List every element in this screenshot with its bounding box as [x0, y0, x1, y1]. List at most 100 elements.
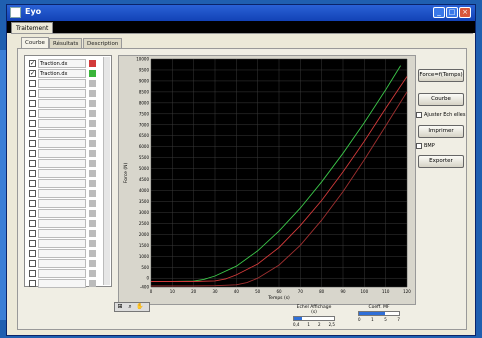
list-item-color-swatch[interactable]	[89, 260, 96, 267]
list-item-color-swatch[interactable]	[89, 140, 96, 147]
courbe-button[interactable]: Courbe	[418, 93, 464, 106]
list-item-checkbox[interactable]	[29, 150, 36, 157]
y-axis-label: Force (N)	[123, 163, 129, 184]
list-item-checkbox[interactable]	[29, 220, 36, 227]
imprimer-button[interactable]: Imprimer	[418, 125, 464, 138]
y-tick-label: 2000	[139, 232, 150, 237]
list-item[interactable]	[29, 229, 99, 238]
list-item[interactable]	[29, 189, 99, 198]
list-item-checkbox[interactable]: ✓	[29, 70, 36, 77]
list-item-checkbox[interactable]: ✓	[29, 60, 36, 67]
list-item-label	[38, 159, 86, 168]
list-item-checkbox[interactable]	[29, 230, 36, 237]
checkbox-box[interactable]	[416, 142, 422, 149]
list-item-label	[38, 279, 86, 288]
list-item-checkbox[interactable]	[29, 240, 36, 247]
list-item-checkbox[interactable]	[29, 280, 36, 287]
tab-strip	[7, 21, 475, 33]
slider-label: Coeff. MF	[368, 305, 390, 310]
list-item[interactable]: ✓ Traction.dx	[29, 59, 99, 68]
list-item-checkbox[interactable]	[29, 180, 36, 187]
list-item[interactable]	[29, 129, 99, 138]
exporter-button[interactable]: Exporter	[418, 155, 464, 168]
list-item[interactable]	[29, 99, 99, 108]
list-item[interactable]	[29, 149, 99, 158]
list-item-color-swatch[interactable]	[89, 110, 96, 117]
list-scrollbar[interactable]	[103, 57, 110, 285]
list-item[interactable]	[29, 259, 99, 268]
checkbox-box[interactable]	[416, 111, 422, 118]
list-item-checkbox[interactable]	[29, 100, 36, 107]
bmp-checkbox[interactable]: BMP	[416, 142, 435, 150]
list-item[interactable]	[29, 159, 99, 168]
list-item[interactable]	[29, 139, 99, 148]
mode-select[interactable]: Force=f(Temps)	[418, 69, 464, 82]
list-item-color-swatch[interactable]	[89, 150, 96, 157]
list-item-color-swatch[interactable]	[89, 210, 96, 217]
echelle-affichage-slider[interactable]: Echel Affichage (s) 0,4 1 2 2,5	[293, 305, 335, 327]
zoom-icon[interactable]: ⊞	[115, 303, 125, 311]
list-item-color-swatch[interactable]	[89, 90, 96, 97]
list-item-color-swatch[interactable]	[89, 100, 96, 107]
ajuster-echelles-checkbox[interactable]: Ajuster Ech elles	[416, 111, 465, 119]
list-item-color-swatch[interactable]	[89, 230, 96, 237]
list-item[interactable]	[29, 79, 99, 88]
list-item-color-swatch[interactable]	[89, 60, 96, 67]
list-item[interactable]	[29, 169, 99, 178]
list-item-color-swatch[interactable]	[89, 80, 96, 87]
list-item-checkbox[interactable]	[29, 140, 36, 147]
list-item[interactable]	[29, 279, 99, 288]
list-item-color-swatch[interactable]	[89, 190, 96, 197]
slider-track[interactable]	[293, 316, 335, 321]
list-item-color-swatch[interactable]	[89, 160, 96, 167]
list-item-label	[38, 169, 86, 178]
list-item-color-swatch[interactable]	[89, 120, 96, 127]
slider-track[interactable]	[358, 311, 400, 316]
list-item-color-swatch[interactable]	[89, 130, 96, 137]
list-item-checkbox[interactable]	[29, 130, 36, 137]
list-item-checkbox[interactable]	[29, 170, 36, 177]
list-item[interactable]	[29, 179, 99, 188]
app-window: Eyo _ □ × Traitement Courbe Résultats De…	[6, 4, 476, 336]
y-tick-label: 3000	[139, 210, 150, 215]
list-item-checkbox[interactable]	[29, 270, 36, 277]
magnify-icon[interactable]: ⌕	[125, 303, 135, 311]
list-item-checkbox[interactable]	[29, 120, 36, 127]
list-item-checkbox[interactable]	[29, 110, 36, 117]
list-item-color-swatch[interactable]	[89, 200, 96, 207]
list-item-color-swatch[interactable]	[89, 270, 96, 277]
minimize-icon[interactable]: _	[433, 7, 445, 18]
pan-icon[interactable]: ✋	[135, 303, 145, 311]
list-item-color-swatch[interactable]	[89, 250, 96, 257]
list-item-color-swatch[interactable]	[89, 220, 96, 227]
list-item-checkbox[interactable]	[29, 200, 36, 207]
list-item[interactable]: ✓ Traction.dx	[29, 69, 99, 78]
list-item[interactable]	[29, 209, 99, 218]
list-item-checkbox[interactable]	[29, 80, 36, 87]
x-tick-label: 10	[170, 289, 176, 294]
list-item[interactable]	[29, 239, 99, 248]
list-item-color-swatch[interactable]	[89, 280, 96, 287]
list-item-checkbox[interactable]	[29, 210, 36, 217]
list-item[interactable]	[29, 89, 99, 98]
list-item-color-swatch[interactable]	[89, 70, 96, 77]
list-item[interactable]	[29, 109, 99, 118]
list-item[interactable]	[29, 219, 99, 228]
slider-fill	[359, 312, 385, 315]
coeff-mf-slider[interactable]: Coeff. MF 0 1 5 7	[358, 305, 400, 322]
list-item[interactable]	[29, 119, 99, 128]
list-item-checkbox[interactable]	[29, 250, 36, 257]
list-item[interactable]	[29, 269, 99, 278]
list-item-color-swatch[interactable]	[89, 170, 96, 177]
list-item[interactable]	[29, 199, 99, 208]
courbe-content: ✓ Traction.dx ✓ Traction.dx 0 10 20 30 40 50 60 70…	[17, 48, 467, 330]
list-item-checkbox[interactable]	[29, 90, 36, 97]
list-item-color-swatch[interactable]	[89, 180, 96, 187]
list-item-color-swatch[interactable]	[89, 240, 96, 247]
list-item[interactable]	[29, 249, 99, 258]
list-item-checkbox[interactable]	[29, 160, 36, 167]
maximize-icon[interactable]: □	[446, 7, 458, 18]
close-icon[interactable]: ×	[459, 7, 471, 18]
list-item-checkbox[interactable]	[29, 190, 36, 197]
list-item-checkbox[interactable]	[29, 260, 36, 267]
